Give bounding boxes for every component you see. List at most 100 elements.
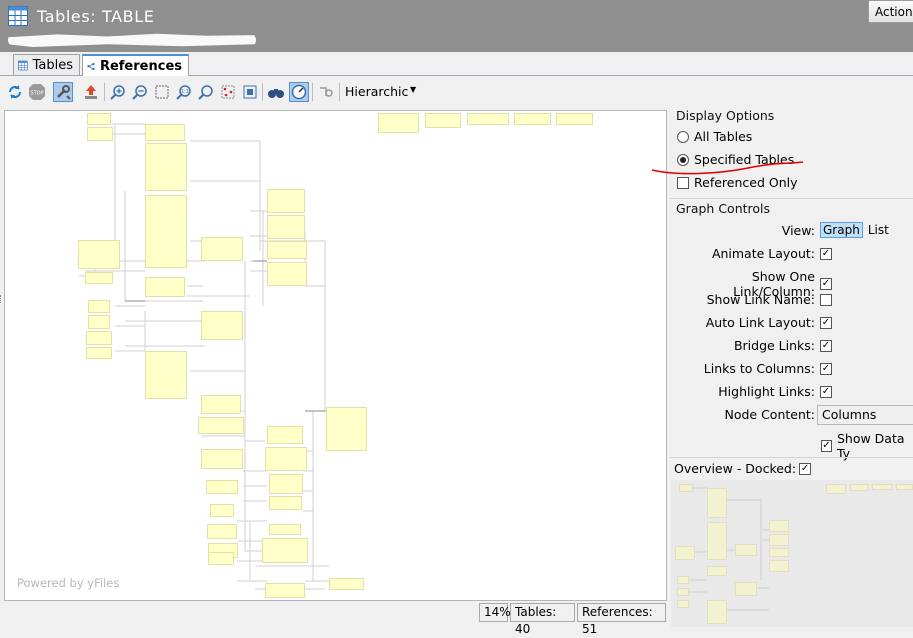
table-node[interactable] — [514, 113, 551, 125]
show-data-types-checkbox[interactable]: ✓ — [821, 440, 832, 452]
table-node[interactable] — [269, 474, 303, 494]
table-node[interactable] — [265, 583, 305, 598]
svg-text:STOP: STOP — [30, 91, 43, 97]
splitter-handle[interactable] — [0, 295, 4, 303]
table-node[interactable] — [201, 311, 243, 340]
control-label: Bridge Links: — [733, 338, 815, 353]
bridge-links-checkbox[interactable]: ✓ — [820, 339, 832, 352]
table-node[interactable] — [267, 215, 305, 239]
window-title: Tables: TABLE — [37, 7, 155, 26]
overview-label: Overview - Docked: — [674, 461, 797, 476]
control-label: Links to Columns: — [703, 361, 815, 376]
table-node[interactable] — [78, 240, 120, 269]
view-label: View: — [781, 222, 815, 238]
auto-link-layout-checkbox[interactable]: ✓ — [820, 316, 832, 329]
show-link-name-checkbox[interactable] — [820, 293, 832, 306]
tab-references[interactable]: References — [82, 54, 189, 76]
tools-button[interactable] — [53, 82, 73, 102]
navigate-button[interactable] — [289, 82, 309, 102]
table-node[interactable] — [88, 315, 110, 329]
export-button[interactable] — [81, 82, 101, 102]
table-node[interactable] — [87, 127, 113, 141]
table-node[interactable] — [265, 447, 307, 471]
table-node[interactable] — [145, 143, 187, 191]
zoom-out-button[interactable] — [130, 82, 150, 102]
overview-panel[interactable] — [671, 480, 913, 627]
show-one-link-checkbox[interactable]: ✓ — [820, 278, 832, 290]
refresh-icon — [9, 85, 21, 99]
table-node[interactable] — [269, 524, 301, 535]
table-node[interactable] — [86, 331, 112, 345]
table-node[interactable] — [267, 262, 307, 286]
fit-selection-button[interactable] — [152, 82, 172, 102]
zoom-100-icon: 1:1 — [176, 85, 191, 100]
table-node[interactable] — [425, 113, 461, 128]
svg-text:1:1: 1:1 — [181, 89, 189, 95]
table-node[interactable] — [267, 426, 303, 444]
graph-canvas[interactable]: Powered by yFiles — [4, 110, 667, 601]
table-node[interactable] — [201, 449, 243, 469]
table-node[interactable] — [86, 347, 112, 359]
table-node[interactable] — [329, 578, 364, 590]
refresh-button[interactable] — [5, 82, 25, 102]
toolbar-separator — [262, 83, 263, 101]
control-label: Highlight Links: — [718, 384, 815, 399]
center-icon — [243, 85, 257, 99]
status-references: References: 51 — [577, 603, 666, 636]
graph-controls-title: Graph Controls — [676, 201, 771, 216]
link-settings-icon — [320, 87, 333, 97]
table-node[interactable] — [207, 524, 237, 539]
tab-tables[interactable]: Tables — [13, 54, 80, 75]
node-content-label: Node Content: — [724, 407, 815, 422]
zoom-100-button[interactable]: 1:1 — [174, 82, 194, 102]
binoculars-button[interactable] — [266, 82, 286, 102]
overview-docked-checkbox[interactable]: ✓ — [799, 462, 812, 475]
zoom-fit-button[interactable] — [196, 82, 216, 102]
table-node[interactable] — [210, 504, 234, 517]
stop-button[interactable]: STOP — [27, 82, 47, 102]
layout-dropdown[interactable]: Hierarchic — [345, 84, 408, 99]
table-node[interactable] — [326, 407, 367, 451]
table-node[interactable] — [208, 552, 234, 565]
table-node[interactable] — [267, 189, 305, 213]
status-zoom: 14% — [479, 603, 511, 622]
zoom-in-button[interactable] — [108, 82, 128, 102]
table-node[interactable] — [467, 113, 509, 125]
table-node[interactable] — [145, 351, 187, 399]
table-node[interactable] — [556, 113, 593, 125]
table-node[interactable] — [378, 113, 419, 133]
table-node[interactable] — [206, 480, 238, 494]
view-list-toggle[interactable]: List — [868, 223, 889, 237]
table-node[interactable] — [201, 237, 243, 261]
links-to-columns-checkbox[interactable]: ✓ — [820, 362, 832, 375]
table-node[interactable] — [198, 417, 244, 434]
animate-layout-checkbox[interactable]: ✓ — [820, 247, 832, 260]
show-link-name-row: Show Link Name: — [675, 292, 832, 307]
table-node[interactable] — [145, 277, 185, 297]
table-node[interactable] — [201, 395, 241, 414]
radio-all-tables[interactable]: All Tables — [677, 129, 752, 144]
table-node[interactable] — [88, 300, 110, 313]
table-node[interactable] — [85, 272, 113, 284]
actions-button[interactable]: Actions — [868, 0, 913, 23]
tools-icon — [57, 85, 71, 100]
table-node[interactable] — [267, 241, 307, 259]
table-node[interactable] — [269, 496, 302, 510]
center-button[interactable] — [240, 82, 260, 102]
group-divider — [670, 198, 913, 199]
highlight-links-row: Highlight Links: ✓ — [675, 384, 832, 399]
node-content-select[interactable]: Columns — [817, 405, 913, 425]
toolbar-separator — [104, 83, 105, 101]
table-node[interactable] — [145, 195, 187, 268]
table-node[interactable] — [262, 538, 308, 563]
link-settings-button[interactable] — [316, 82, 336, 102]
table-node[interactable] — [87, 113, 111, 125]
view-graph-toggle[interactable]: Graph — [820, 222, 863, 238]
chevron-down-icon[interactable]: ▼ — [410, 85, 416, 94]
highlight-links-checkbox[interactable]: ✓ — [820, 385, 832, 398]
select-nodes-button[interactable] — [218, 82, 238, 102]
radio-button[interactable] — [677, 130, 689, 143]
control-label: Auto Link Layout: — [705, 315, 815, 330]
table-node[interactable] — [145, 124, 185, 141]
status-tables: Tables: 40 — [510, 603, 575, 636]
